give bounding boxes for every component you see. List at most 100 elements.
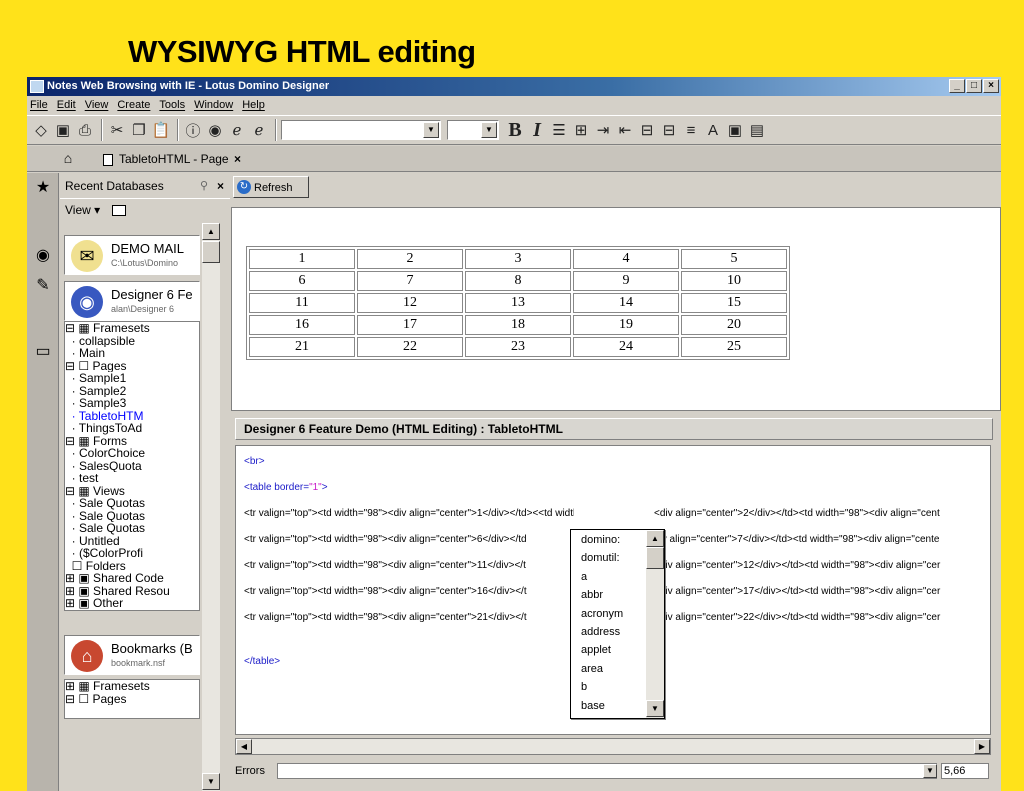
- table-cell[interactable]: 8: [465, 271, 571, 291]
- table-icon[interactable]: ⊟: [637, 120, 657, 140]
- errors-dropdown[interactable]: [277, 763, 937, 779]
- table-cell[interactable]: 19: [573, 315, 679, 335]
- scroll-left-icon[interactable]: ◀: [236, 739, 252, 754]
- tree-item[interactable]: ⊟ ▦ Framesets: [65, 322, 199, 335]
- favorites-icon[interactable]: ★: [31, 175, 55, 199]
- scroll-thumb[interactable]: [646, 547, 664, 569]
- minimize-button[interactable]: _: [949, 79, 965, 93]
- table-cell[interactable]: 18: [465, 315, 571, 335]
- table-cell[interactable]: 11: [249, 293, 355, 313]
- close-icon[interactable]: ×: [234, 152, 241, 166]
- print-icon[interactable]: ⎙: [75, 120, 95, 140]
- folder-icon[interactable]: [111, 205, 126, 217]
- tree-item[interactable]: ⊟ ▦ Views: [65, 485, 199, 498]
- scroll-thumb[interactable]: [202, 241, 220, 263]
- window-titlebar[interactable]: Notes Web Browsing with IE - Lotus Domin…: [27, 77, 1001, 96]
- bookmarks-icon[interactable]: ▭: [31, 339, 55, 363]
- indent-icon[interactable]: ⇥: [593, 120, 613, 140]
- tree-item[interactable]: · Untitled: [65, 535, 199, 548]
- tree-item[interactable]: · Sample1: [65, 372, 199, 385]
- db-card[interactable]: ✉ DEMO MAIL C:\Lotus\Domino: [64, 235, 200, 275]
- bullets-icon[interactable]: ☰: [549, 120, 569, 140]
- table-cell[interactable]: 25: [681, 337, 787, 357]
- table-cell[interactable]: 16: [249, 315, 355, 335]
- tree-item[interactable]: ⊟ ☐ Pages: [65, 693, 199, 706]
- tree-item[interactable]: · ColorChoice: [65, 447, 199, 460]
- table-cell[interactable]: 20: [681, 315, 787, 335]
- tree-item[interactable]: · collapsible: [65, 335, 199, 348]
- tree-item[interactable]: · Sale Quotas: [65, 497, 199, 510]
- save-icon[interactable]: ▣: [53, 120, 73, 140]
- menu-file[interactable]: File: [30, 99, 48, 111]
- autocomplete-item[interactable]: domutil:: [581, 552, 620, 564]
- autocomplete-scrollbar[interactable]: ▲ ▼: [646, 530, 664, 718]
- designer-icon[interactable]: ◉: [31, 243, 55, 267]
- table-cell[interactable]: 24: [573, 337, 679, 357]
- tree-item[interactable]: · ($ColorProfi: [65, 547, 199, 560]
- autocomplete-item[interactable]: abbr: [581, 589, 603, 601]
- table2-icon[interactable]: ⊟: [659, 120, 679, 140]
- tree-item[interactable]: ⊞ ▣ Other: [65, 597, 199, 610]
- italic-button[interactable]: I: [527, 119, 547, 141]
- table-cell[interactable]: 6: [249, 271, 355, 291]
- table-cell[interactable]: 9: [573, 271, 679, 291]
- autocomplete-item[interactable]: applet: [581, 644, 611, 656]
- tree-item[interactable]: ⊞ ▣ Shared Code: [65, 572, 199, 585]
- preview-pane[interactable]: 1 2 3 4 5 6 7 8 9 10 11 12 13 14 15 16 17 18 19 20 21 22 23 24 2…: [231, 207, 1001, 411]
- source-hscrollbar[interactable]: ◀ ▶: [235, 738, 991, 755]
- table-cell[interactable]: 3: [465, 249, 571, 269]
- scroll-up-icon[interactable]: ▲: [646, 530, 664, 547]
- copy-icon[interactable]: ❐: [129, 120, 149, 140]
- home-tab[interactable]: ⌂: [57, 150, 79, 168]
- close-icon[interactable]: ×: [217, 173, 224, 199]
- properties-icon[interactable]: ⓘ: [183, 120, 203, 140]
- align-icon[interactable]: ≡: [681, 120, 701, 140]
- notes-preview-icon[interactable]: ◉: [205, 120, 225, 140]
- tree-item[interactable]: ⊞ ▣ Shared Resou: [65, 585, 199, 598]
- insert-icon[interactable]: ⊞: [571, 120, 591, 140]
- view-menu[interactable]: View ▾: [65, 203, 126, 217]
- bold-button[interactable]: B: [505, 119, 525, 141]
- autocomplete-item[interactable]: b: [581, 681, 587, 693]
- navigate-icon[interactable]: ◇: [31, 120, 51, 140]
- tree-item[interactable]: ⊞ ▦ Framesets: [65, 680, 199, 693]
- menu-edit[interactable]: Edit: [57, 99, 76, 111]
- table-cell[interactable]: 4: [573, 249, 679, 269]
- scroll-up-icon[interactable]: ▲: [202, 223, 220, 240]
- table-cell[interactable]: 15: [681, 293, 787, 313]
- tree-item[interactable]: ⊟ ▦ Forms: [65, 435, 199, 448]
- table-cell[interactable]: 2: [357, 249, 463, 269]
- menu-window[interactable]: Window: [194, 99, 233, 111]
- tree-item[interactable]: · Sample2: [65, 385, 199, 398]
- tree-item[interactable]: · ThingsToAd: [65, 422, 199, 435]
- navigator-scrollbar[interactable]: ▲ ▼: [202, 223, 220, 791]
- paste-icon[interactable]: 📋: [151, 120, 171, 140]
- refresh-button[interactable]: ↻ Refresh: [233, 176, 309, 198]
- autocomplete-item[interactable]: a: [581, 571, 587, 583]
- cut-icon[interactable]: ✂: [107, 120, 127, 140]
- style-combo[interactable]: ▼: [281, 120, 441, 140]
- insert-object-icon[interactable]: ▣: [725, 120, 745, 140]
- chevron-down-icon[interactable]: ▼: [481, 122, 497, 138]
- scroll-down-icon[interactable]: ▼: [202, 773, 220, 790]
- tree-item[interactable]: ⊟ ☐ Pages: [65, 360, 199, 373]
- table-cell[interactable]: 23: [465, 337, 571, 357]
- db-card[interactable]: ◉ Designer 6 Fe alan\Designer 6: [64, 281, 200, 321]
- more-icon[interactable]: ▤: [747, 120, 767, 140]
- menu-tools[interactable]: Tools: [159, 99, 185, 111]
- tab-tabletohtml[interactable]: TabletoHTML - Page ×: [99, 149, 245, 170]
- tree-item[interactable]: · Sale Quotas: [65, 522, 199, 535]
- tree-item[interactable]: · Sale Quotas: [65, 510, 199, 523]
- pin-icon[interactable]: ⚲: [200, 173, 208, 199]
- tree-item[interactable]: · Main: [65, 347, 199, 360]
- menu-help[interactable]: Help: [242, 99, 265, 111]
- autocomplete-item[interactable]: domino:: [581, 534, 620, 546]
- table-cell[interactable]: 22: [357, 337, 463, 357]
- close-button[interactable]: ×: [983, 79, 999, 93]
- ie-preview-icon[interactable]: ℯ: [249, 120, 269, 140]
- menu-view[interactable]: View: [85, 99, 109, 111]
- autocomplete-popup[interactable]: ▲ ▼ domino: domutil: a abbr acronym address ap…: [570, 529, 665, 719]
- table-cell[interactable]: 7: [357, 271, 463, 291]
- outdent-icon[interactable]: ⇤: [615, 120, 635, 140]
- table-cell[interactable]: 13: [465, 293, 571, 313]
